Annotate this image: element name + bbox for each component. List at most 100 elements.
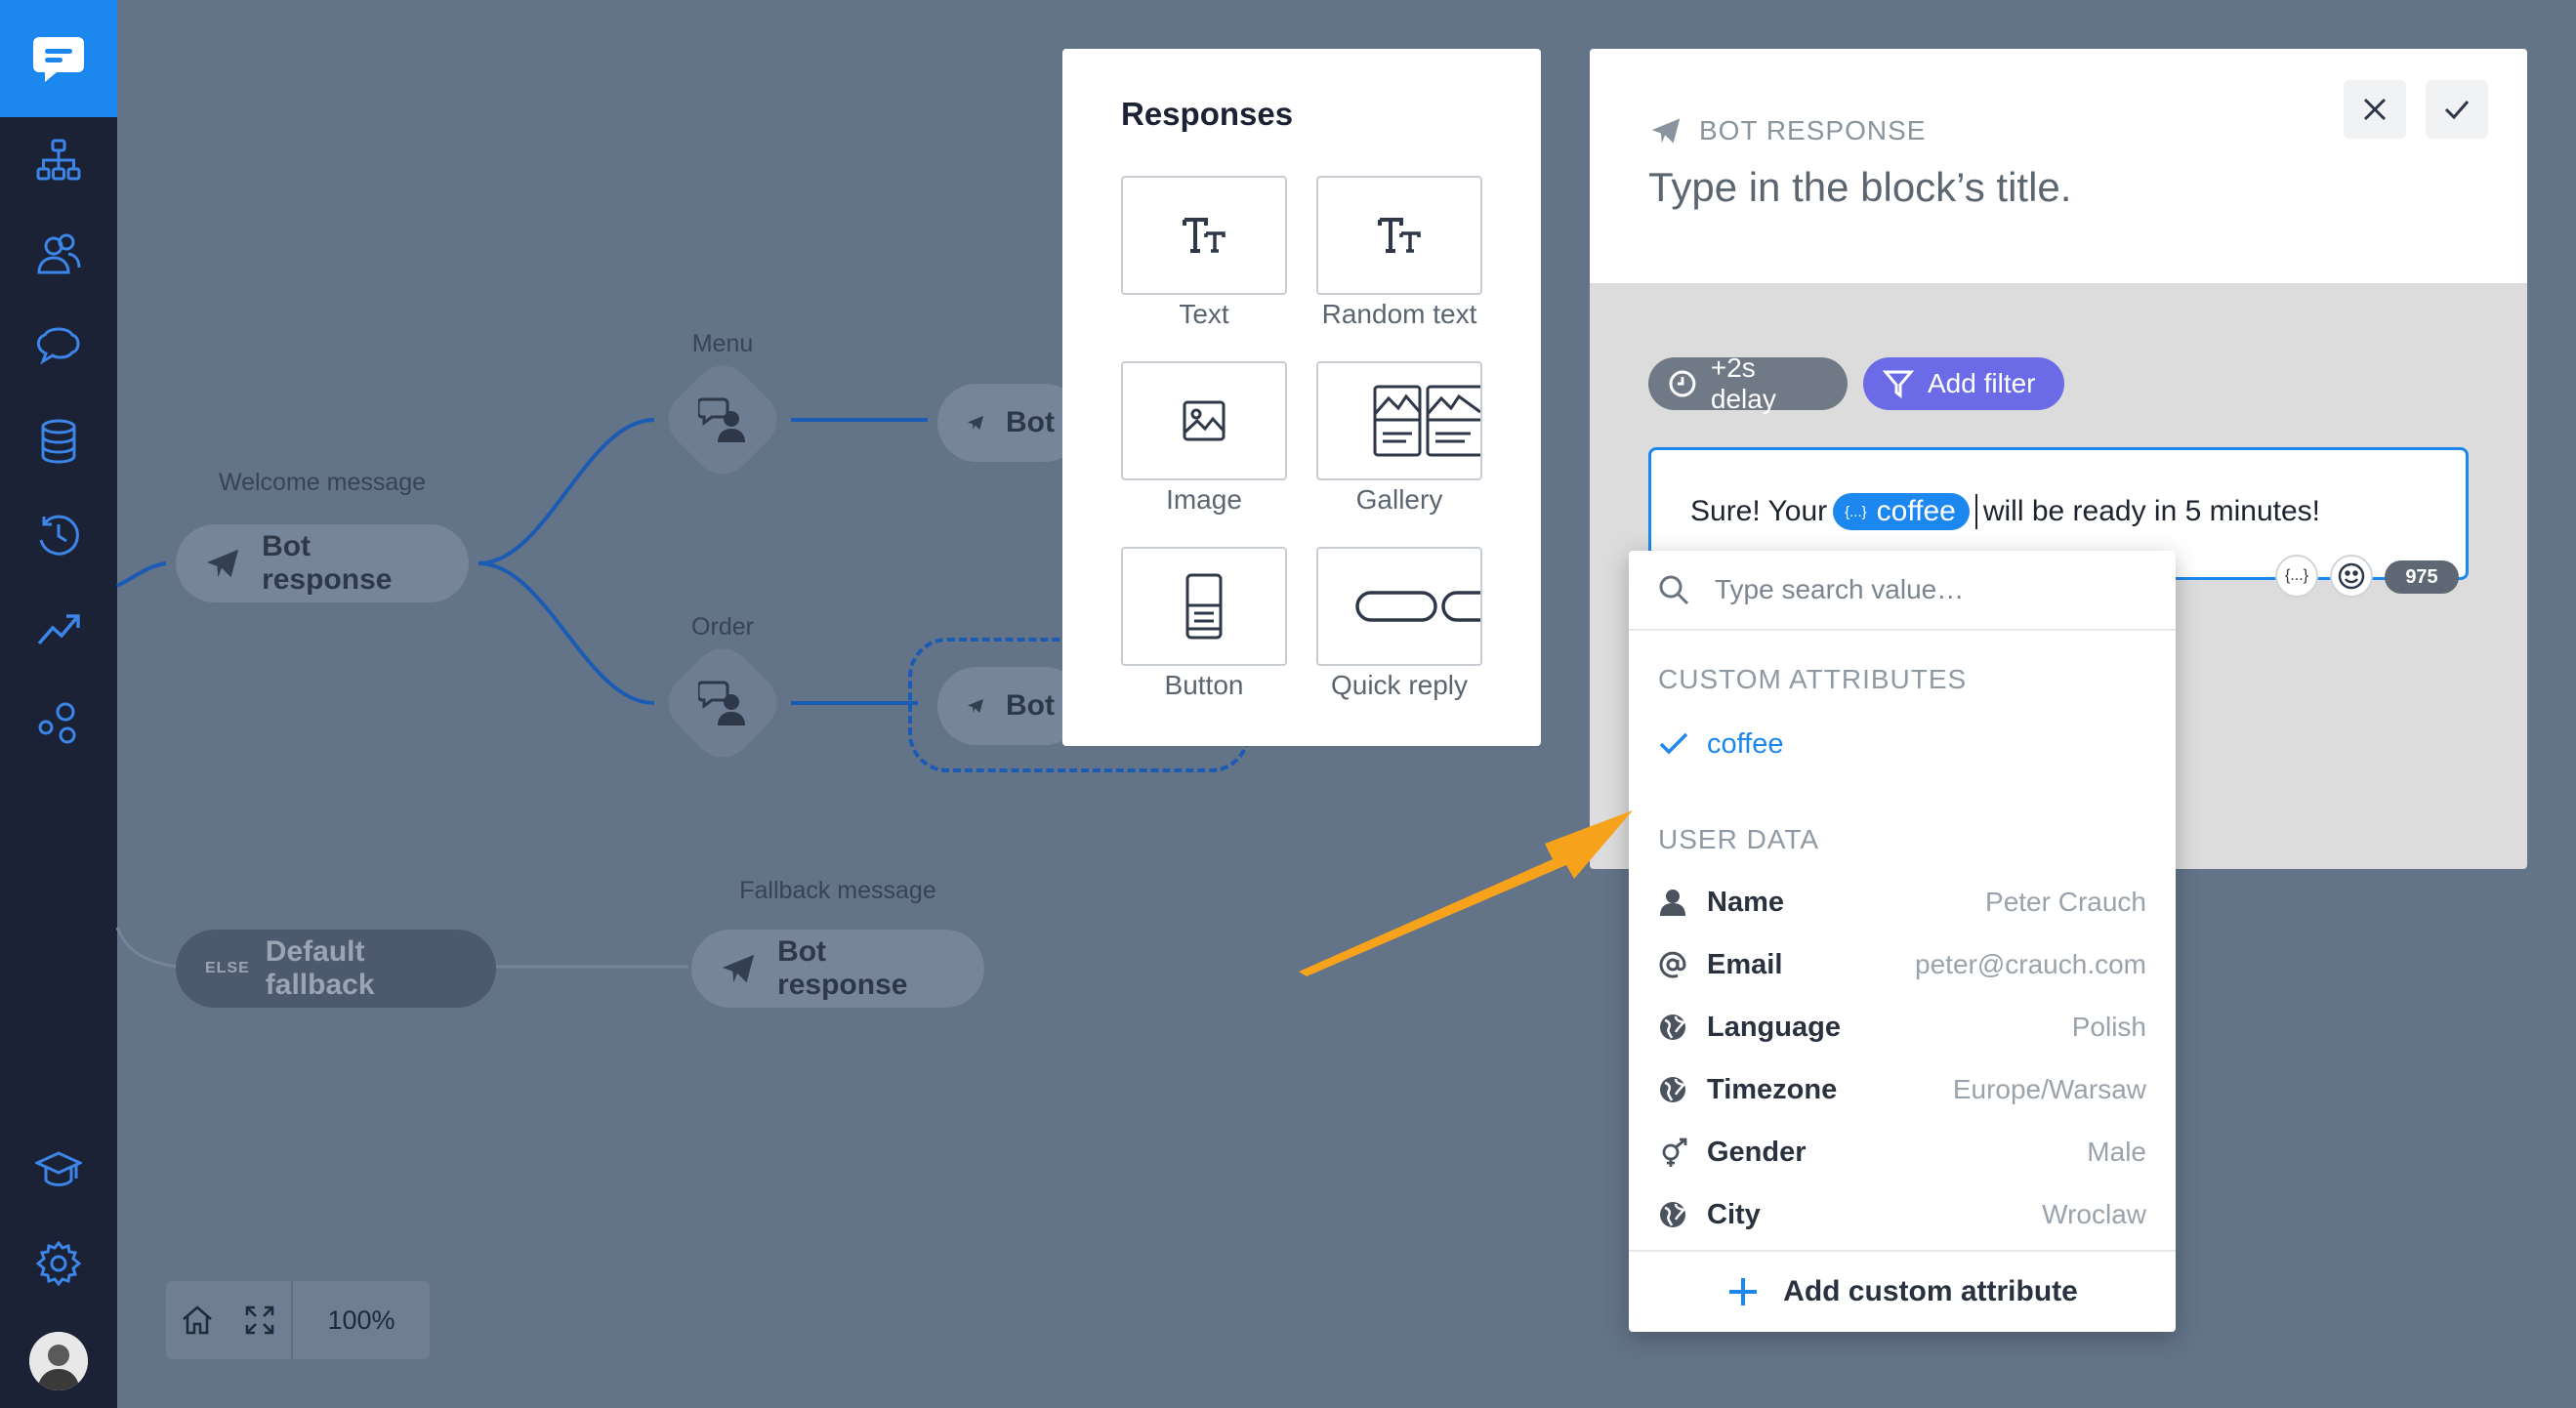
app-logo[interactable] (0, 0, 117, 117)
fallback-bot-response-node[interactable]: Bot response (691, 930, 984, 1008)
menu-user-input-node[interactable] (656, 353, 789, 486)
variable-name: coffee (1876, 495, 1956, 527)
node-label: Bot (1006, 406, 1055, 438)
fallback-message-label: Fallback message (739, 877, 936, 904)
emoji-icon[interactable] (2330, 555, 2373, 598)
node-label: Bot (1006, 689, 1055, 722)
users-icon[interactable] (29, 225, 88, 283)
integrations-icon[interactable] (29, 693, 88, 752)
globe-icon (1660, 1015, 1686, 1040)
default-fallback-node[interactable]: ELSE Default fallback (176, 930, 496, 1008)
attribute-value: Male (2087, 1137, 2146, 1167)
quick-reply-icon (1355, 591, 1480, 622)
at-icon (1659, 951, 1686, 978)
custom-attribute-item[interactable]: coffee (1629, 715, 2176, 773)
response-image-tile[interactable]: Image (1121, 361, 1287, 519)
user-avatar[interactable] (29, 1332, 88, 1390)
dropdown-search (1629, 551, 2176, 631)
user-data-heading: USER DATA (1658, 824, 1820, 854)
attribute-value: peter@crauch.com (1915, 949, 2146, 979)
user-icon (1660, 890, 1685, 916)
response-button-tile[interactable]: Button (1121, 547, 1287, 705)
attribute-name: Gender (1707, 1136, 1807, 1168)
trending-up-icon[interactable] (29, 600, 88, 658)
chat-bubble-icon[interactable] (29, 318, 88, 377)
clock-icon (1669, 370, 1696, 397)
chat-logo-icon (33, 37, 84, 82)
node-label: Bot response (777, 935, 908, 1001)
delay-chip[interactable]: +2s delay (1648, 352, 1848, 414)
home-icon[interactable] (166, 1281, 229, 1359)
block-type: BOT RESPONSE (1650, 115, 1926, 146)
node-label: Default fallback (265, 935, 375, 1001)
zoom-level[interactable]: 100% (291, 1281, 430, 1359)
sitemap-icon[interactable] (29, 131, 88, 189)
user-data-item-gender[interactable]: Gender Male (1629, 1123, 2176, 1181)
database-icon[interactable] (29, 412, 88, 471)
user-data-item-language[interactable]: Language Polish (1629, 998, 2176, 1056)
message-after: will be ready in 5 minutes! (1982, 495, 2321, 527)
sidebar (0, 0, 117, 1408)
search-input[interactable] (1715, 574, 2144, 605)
confirm-button[interactable] (2426, 80, 2488, 139)
response-label: Text (1179, 299, 1229, 329)
response-random-text-tile[interactable]: Random text (1316, 176, 1482, 334)
editor-header: BOT RESPONSE Type in the block’s title. (1590, 49, 2527, 283)
insert-attribute-button[interactable]: {...} (2275, 555, 2318, 598)
menu-label: Menu (691, 330, 754, 357)
search-icon (1659, 575, 1689, 605)
welcome-message-label: Welcome message (218, 469, 427, 496)
gallery-icon (1373, 385, 1480, 457)
response-gallery-tile[interactable]: Gallery (1316, 361, 1482, 519)
close-button[interactable] (2344, 80, 2406, 139)
add-filter-label: Add filter (1928, 368, 2036, 398)
plus-icon (1729, 1278, 1758, 1305)
attribute-name: Email (1707, 948, 1783, 980)
order-user-input-node[interactable] (656, 637, 789, 769)
welcome-bot-response-node[interactable]: Bot response (176, 524, 469, 602)
attribute-name: Timezone (1707, 1073, 1838, 1105)
add-filter-chip[interactable]: Add filter (1863, 357, 2064, 410)
close-icon (2363, 98, 2387, 121)
variable-braces-icon: {...} (1845, 503, 1867, 520)
response-text-tile[interactable]: Text (1121, 176, 1287, 334)
attribute-value: Polish (2071, 1012, 2146, 1042)
fullscreen-icon[interactable] (229, 1281, 291, 1359)
filter-icon (1883, 370, 1914, 398)
attribute-dropdown: CUSTOM ATTRIBUTES coffee USER DATA Name … (1629, 551, 2176, 1332)
user-message-icon (698, 681, 745, 725)
custom-attribute-name: coffee (1707, 727, 1784, 760)
image-icon (1183, 400, 1226, 441)
response-label: Random text (1321, 299, 1477, 329)
user-data-item-name[interactable]: Name Peter Crauch (1629, 873, 2176, 932)
attribute-name: Name (1707, 886, 1784, 918)
attribute-name: Language (1707, 1011, 1841, 1043)
message-text: Sure! Your {...} coffee will be ready in… (1690, 493, 2320, 530)
order-label: Order (691, 613, 754, 641)
variable-chip[interactable]: {...} coffee (1833, 493, 1970, 530)
attribute-value: Peter Crauch (1985, 887, 2146, 917)
gender-icon (1662, 1138, 1687, 1167)
paper-plane-icon (967, 698, 984, 714)
message-before: Sure! Your (1690, 495, 1828, 527)
academy-icon[interactable] (29, 1140, 88, 1199)
else-tag: ELSE (205, 960, 250, 976)
user-data-item-timezone[interactable]: Timezone Europe/Warsaw (1629, 1060, 2176, 1119)
history-icon[interactable] (29, 506, 88, 564)
response-quick-reply-tile[interactable]: Quick reply (1316, 547, 1482, 705)
paper-plane-icon (206, 549, 239, 578)
attribute-value: Europe/Warsaw (1952, 1074, 2146, 1104)
text-caret (1974, 494, 1977, 529)
zoom-toolbar: 100% (166, 1281, 430, 1359)
user-message-icon (698, 397, 745, 442)
block-type-label: BOT RESPONSE (1699, 115, 1927, 145)
add-custom-attribute-button[interactable]: Add custom attribute (1629, 1250, 2176, 1332)
add-custom-attribute-label: Add custom attribute (1783, 1275, 2078, 1307)
user-data-item-city[interactable]: City Wroclaw (1629, 1185, 2176, 1244)
user-data-item-email[interactable]: Email peter@crauch.com (1629, 935, 2176, 994)
response-label: Image (1166, 484, 1242, 515)
paper-plane-icon (1651, 118, 1681, 144)
character-counter: 975 (2385, 560, 2459, 594)
block-title-input[interactable]: Type in the block’s title. (1648, 164, 2071, 211)
settings-gear-icon[interactable] (29, 1234, 88, 1293)
